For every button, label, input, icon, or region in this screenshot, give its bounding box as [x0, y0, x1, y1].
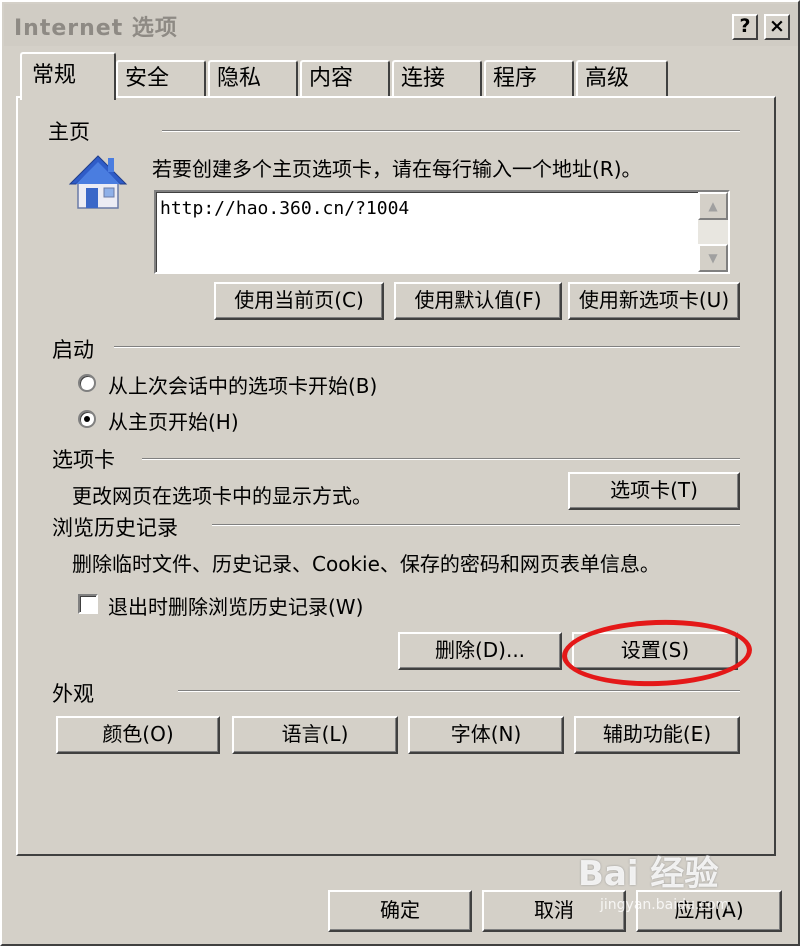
ok-button[interactable]: 确定	[328, 890, 472, 932]
homepage-url-value: http://hao.360.cn/?1004	[160, 198, 410, 219]
use-new-tab-button[interactable]: 使用新选项卡(U)	[568, 282, 740, 320]
startup-last-session-radio[interactable]	[78, 374, 96, 392]
scroll-down-icon[interactable]: ▼	[698, 244, 728, 272]
languages-button[interactable]: 语言(L)	[232, 716, 398, 754]
tab-content[interactable]: 内容	[300, 60, 390, 98]
radio-selected-dot	[84, 416, 90, 422]
startup-last-session-label: 从上次会话中的选项卡开始(B)	[108, 374, 378, 398]
appearance-section-label: 外观	[52, 682, 94, 706]
use-current-page-button[interactable]: 使用当前页(C)	[214, 282, 384, 320]
history-separator	[212, 524, 740, 526]
internet-options-dialog: Internet 选项 ? × 常规 安全 隐私 内容 连接 程序 高级 主页 …	[0, 0, 800, 946]
help-button[interactable]: ?	[732, 14, 758, 40]
delete-history-button[interactable]: 删除(D)...	[398, 632, 562, 670]
tabs-separator	[142, 458, 740, 460]
title-bar[interactable]: Internet 选项 ? ×	[4, 4, 798, 46]
homepage-instruction: 若要创建多个主页选项卡，请在每行输入一个地址(R)。	[152, 157, 642, 181]
delete-on-exit-label: 退出时删除浏览历史记录(W)	[108, 595, 364, 619]
startup-homepage-radio[interactable]	[78, 410, 96, 428]
baidu-watermark: Bai 经验	[578, 854, 719, 894]
tab-general[interactable]: 常规	[20, 52, 116, 100]
homepage-separator	[162, 130, 740, 132]
home-icon	[64, 150, 132, 212]
scroll-up-icon[interactable]: ▲	[698, 192, 728, 220]
tab-connections[interactable]: 连接	[392, 60, 482, 98]
tab-security[interactable]: 安全	[116, 60, 206, 98]
accessibility-button[interactable]: 辅助功能(E)	[574, 716, 740, 754]
homepage-section-label: 主页	[48, 120, 90, 144]
fonts-button[interactable]: 字体(N)	[408, 716, 564, 754]
tab-advanced[interactable]: 高级	[576, 60, 668, 98]
url-scrollbar[interactable]: ▲ ▼	[698, 192, 728, 272]
baidu-watermark-url: jingyan.baidu.com	[600, 897, 730, 913]
startup-section-label: 启动	[52, 338, 94, 362]
history-description: 删除临时文件、历史记录、Cookie、保存的密码和网页表单信息。	[72, 552, 660, 576]
appearance-separator	[178, 690, 740, 692]
use-default-button[interactable]: 使用默认值(F)	[394, 282, 562, 320]
colors-button[interactable]: 颜色(O)	[56, 716, 220, 754]
tabs-settings-button[interactable]: 选项卡(T)	[568, 472, 740, 510]
tabs-description: 更改网页在选项卡中的显示方式。	[72, 484, 372, 508]
history-section-label: 浏览历史记录	[52, 516, 178, 540]
tab-privacy[interactable]: 隐私	[208, 60, 298, 98]
window-title: Internet 选项	[14, 16, 178, 41]
startup-homepage-label: 从主页开始(H)	[108, 410, 239, 434]
close-button[interactable]: ×	[764, 14, 790, 40]
tabs-section-label: 选项卡	[52, 448, 115, 472]
homepage-url-input[interactable]: http://hao.360.cn/?1004 ▲ ▼	[154, 190, 730, 274]
delete-on-exit-checkbox[interactable]	[78, 594, 98, 614]
tab-programs[interactable]: 程序	[484, 60, 574, 98]
startup-separator	[114, 346, 740, 348]
